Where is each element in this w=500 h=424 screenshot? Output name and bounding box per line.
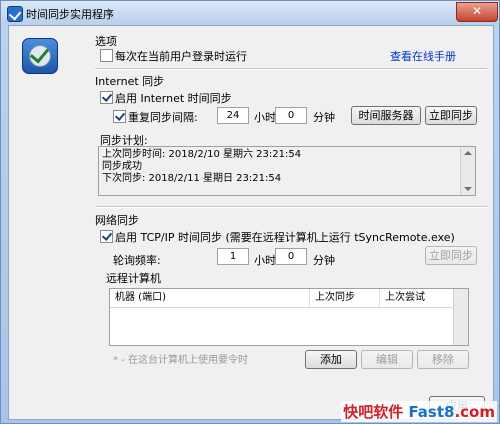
title-bar: 时间同步实用程序 ✕ <box>1 1 499 25</box>
dst-note: * - 在这台计算机上使用要令时 <box>113 355 248 366</box>
scroll-down-icon[interactable] <box>464 187 472 191</box>
divider <box>95 206 487 208</box>
poll-hours-input[interactable]: 1 <box>217 248 249 265</box>
run-on-login-checkbox[interactable] <box>100 49 113 62</box>
app-icon <box>7 6 23 22</box>
clock-check-icon <box>22 38 58 74</box>
edit-button[interactable]: 编辑 <box>361 350 413 369</box>
column-header-last-sync[interactable]: 上次同步 <box>310 289 380 307</box>
repeat-sync-label: 重复同步间隔: <box>128 111 198 124</box>
schedule-line: 上次同步时间: 2018/2/10 星期六 23:21:54 <box>102 149 302 160</box>
network-sync-now-button[interactable]: 立即同步 <box>425 246 477 265</box>
enable-internet-sync-label: 启用 Internet 时间同步 <box>115 92 232 105</box>
site-watermark: 快吧软件 Fast8.com <box>341 401 497 422</box>
sync-minutes-input[interactable]: 0 <box>275 107 307 124</box>
schedule-scrollbar[interactable] <box>460 147 475 195</box>
hours-unit-label: 小时 <box>254 111 276 124</box>
column-header-machine[interactable]: 机器 (端口) <box>110 289 310 307</box>
options-group-label: 选项 <box>95 35 117 48</box>
list-header: 机器 (端口) 上次同步 上次尝试 <box>110 289 456 308</box>
window-title: 时间同步实用程序 <box>26 8 114 21</box>
time-server-button[interactable]: 时间服务器 <box>351 106 421 125</box>
close-button[interactable]: ✕ <box>456 2 498 22</box>
add-button[interactable]: 添加 <box>305 350 357 369</box>
enable-tcp-sync-checkbox[interactable] <box>100 230 113 243</box>
network-sync-group-label: 网络同步 <box>95 214 139 227</box>
repeat-sync-checkbox[interactable] <box>113 110 126 123</box>
column-header-last-attempt[interactable]: 上次尝试 <box>380 289 456 307</box>
internet-sync-group-label: Internet 同步 <box>95 75 165 88</box>
enable-internet-sync-checkbox[interactable] <box>100 91 113 104</box>
run-on-login-label: 每次在当前用户登录时运行 <box>115 50 247 63</box>
sync-schedule-box: 上次同步时间: 2018/2/10 星期六 23:21:54 同步成功 下次同步… <box>98 146 476 196</box>
remote-computers-label: 远程计算机 <box>106 272 161 285</box>
app-window: 时间同步实用程序 ✕ 选项 每次在当前用户登录时运行 查看在线手册 Intern… <box>0 0 500 424</box>
schedule-line: 下次同步: 2018/2/11 星期日 23:21:54 <box>102 173 282 184</box>
internet-sync-now-button[interactable]: 立即同步 <box>425 106 477 125</box>
sync-hours-input[interactable]: 24 <box>217 107 249 124</box>
client-area: 选项 每次在当前用户登录时运行 查看在线手册 Internet 同步 启用 In… <box>8 25 494 420</box>
divider <box>95 68 487 70</box>
poll-frequency-label: 轮询频率: <box>113 254 161 267</box>
remove-button[interactable]: 移除 <box>417 350 469 369</box>
minutes-unit-label: 分钟 <box>313 111 335 124</box>
online-manual-link[interactable]: 查看在线手册 <box>390 48 456 64</box>
poll-hours-unit-label: 小时 <box>254 254 276 267</box>
schedule-line: 同步成功 <box>102 161 142 172</box>
remote-computers-list[interactable]: 机器 (端口) 上次同步 上次尝试 <box>109 288 469 346</box>
scroll-up-icon[interactable] <box>464 151 472 155</box>
enable-tcp-sync-label: 启用 TCP/IP 时间同步 (需要在远程计算机上运行 tSyncRemote.… <box>115 231 455 244</box>
list-scrollbar[interactable] <box>453 289 468 345</box>
poll-minutes-input[interactable]: 0 <box>275 248 307 265</box>
poll-minutes-unit-label: 分钟 <box>313 254 335 267</box>
